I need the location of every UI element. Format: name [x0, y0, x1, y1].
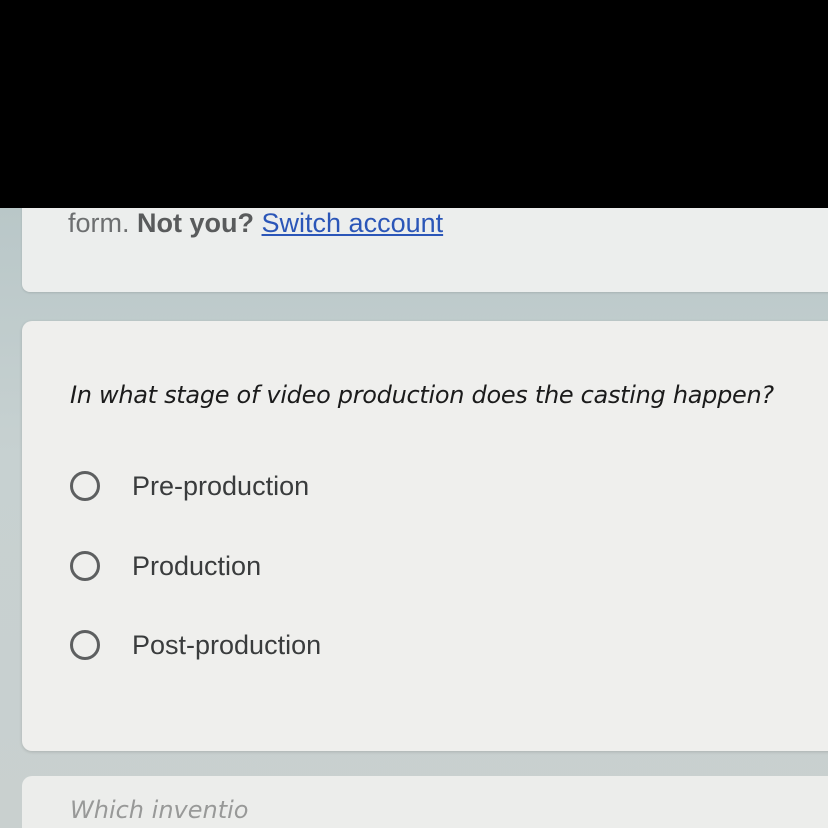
switch-account-link[interactable]: Switch account	[262, 208, 444, 238]
radio-button-icon[interactable]	[70, 471, 100, 501]
not-you-label: Not you?	[137, 208, 255, 238]
option-post-production[interactable]: Post-production	[70, 625, 321, 665]
black-border	[0, 0, 828, 208]
option-label: Post-production	[132, 629, 322, 660]
option-pre-production[interactable]: Pre-production	[70, 466, 309, 506]
account-notice: form. Not you? Switch account	[68, 208, 443, 239]
question-card: In what stage of video production does t…	[22, 321, 828, 751]
next-question-title: Which inventio	[70, 796, 249, 824]
form-page: form. Not you? Switch account In what st…	[0, 208, 828, 828]
question-title: In what stage of video production does t…	[70, 381, 774, 409]
option-label: Pre-production	[132, 470, 310, 501]
option-label: Production	[132, 550, 262, 581]
radio-button-icon[interactable]	[70, 551, 100, 581]
photo-frame: form. Not you? Switch account In what st…	[0, 0, 828, 828]
next-question-card: Which inventio	[22, 776, 828, 828]
account-notice-prefix: form.	[68, 208, 130, 238]
account-card: form. Not you? Switch account	[22, 208, 828, 292]
option-production[interactable]: Production	[70, 546, 261, 586]
radio-button-icon[interactable]	[70, 630, 100, 660]
